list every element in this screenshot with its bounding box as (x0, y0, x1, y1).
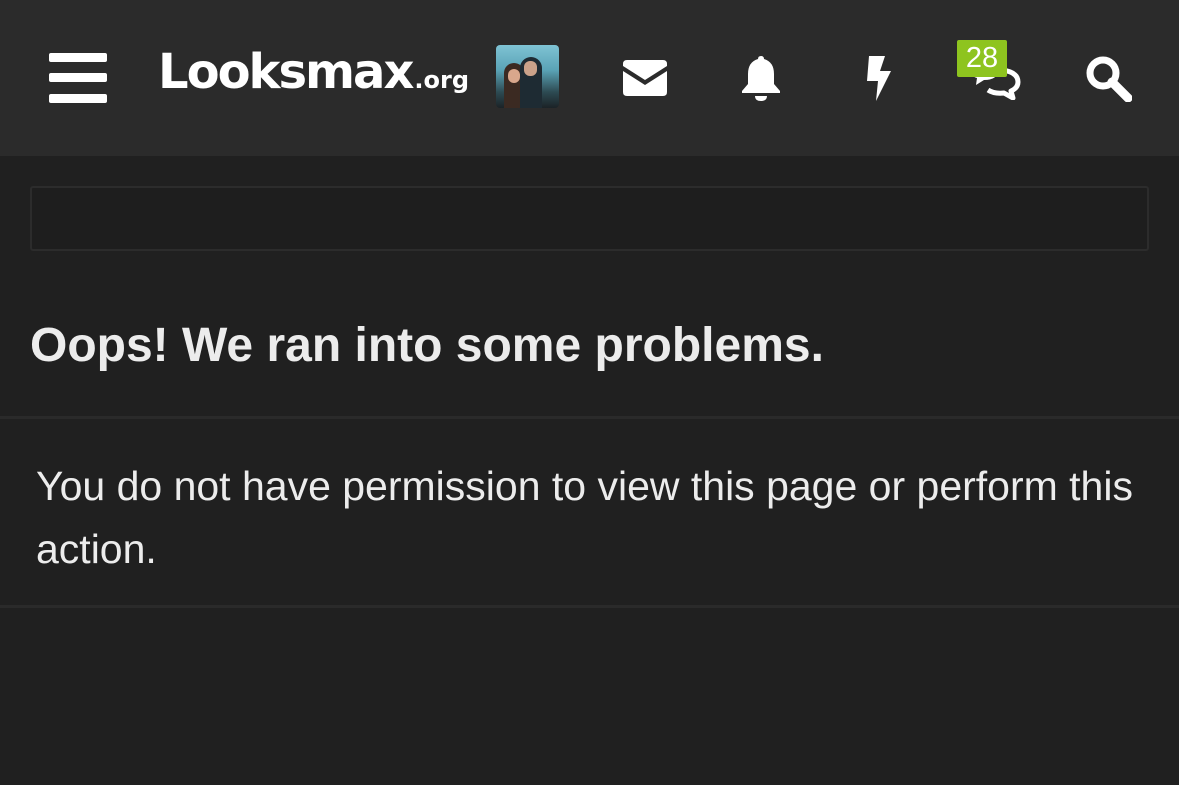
logo-suffix: .org (414, 66, 470, 94)
divider (0, 416, 1179, 419)
divider (0, 605, 1179, 608)
logo-text: Looksmax (158, 44, 414, 100)
error-message: You do not have permission to view this … (36, 463, 1133, 572)
hamburger-menu-icon[interactable] (49, 53, 107, 103)
search-icon[interactable] (1078, 50, 1138, 106)
user-avatar[interactable] (496, 45, 559, 108)
bell-icon[interactable] (731, 50, 791, 106)
site-header: Looksmax .org 28 (0, 0, 1179, 156)
conversations-count-badge: 28 (957, 40, 1007, 77)
notice-bar (30, 186, 1149, 251)
site-logo[interactable]: Looksmax .org (158, 44, 469, 108)
error-title: Oops! We ran into some problems. (30, 319, 824, 372)
lightning-bolt-icon[interactable] (849, 50, 909, 106)
envelope-icon[interactable] (615, 50, 675, 106)
